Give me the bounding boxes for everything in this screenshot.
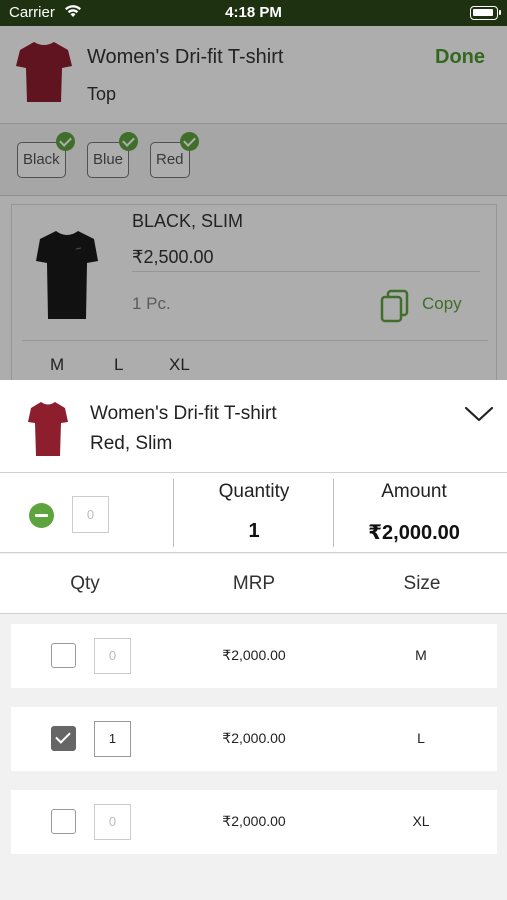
sheet-subtitle: Red, Slim [90,433,173,454]
table-row: 1 ₹2,000.00 L [11,707,497,771]
sheet-header: Women's Dri-fit T-shirt Red, Slim [0,380,507,473]
column-header-qty: Qty [70,573,100,594]
remove-button[interactable] [29,503,54,528]
quantity-value: 1 [248,520,260,542]
variant-sheet: Women's Dri-fit T-shirt Red, Slim 0 Quan… [0,380,507,900]
sheet-title: Women's Dri-fit T-shirt [90,403,277,424]
chevron-down-icon[interactable] [463,402,495,426]
battery-icon [470,6,501,20]
row-qty-input[interactable]: 1 [94,721,131,757]
table-row: 0 ₹2,000.00 XL [11,790,497,854]
row-qty-input[interactable]: 0 [94,804,131,840]
table-header: Qty MRP Size [0,554,507,614]
row-qty-input[interactable]: 0 [94,638,131,674]
column-header-mrp: MRP [232,573,276,594]
modal-overlay[interactable] [0,26,507,380]
quantity-label: Quantity [218,481,290,502]
summary-row: 0 Quantity 1 Amount ₹2,000.00 [0,473,507,553]
status-bar: Carrier 4:18 PM [0,0,507,26]
row-checkbox[interactable] [51,643,76,668]
row-size: M [415,647,427,663]
row-mrp: ₹2,000.00 [222,647,286,663]
row-size: XL [412,813,430,829]
amount-value: ₹2,000.00 [368,522,460,544]
amount-label: Amount [381,481,447,502]
row-checkbox[interactable] [51,809,76,834]
clock: 4:18 PM [225,4,282,21]
sheet-product-thumbnail [28,402,68,456]
row-mrp: ₹2,000.00 [222,813,286,829]
quantity-input[interactable]: 0 [72,496,109,533]
row-checkbox[interactable] [51,726,76,751]
table-row: 0 ₹2,000.00 M [11,624,497,688]
row-mrp: ₹2,000.00 [222,730,286,746]
row-size: L [417,730,425,746]
column-header-size: Size [403,573,441,594]
